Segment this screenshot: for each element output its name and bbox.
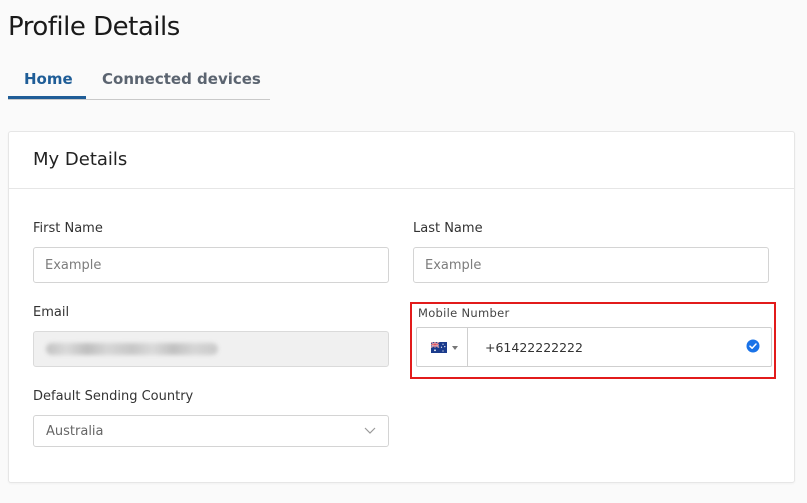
tab-bar: Home Connected devices xyxy=(8,60,270,100)
default-sending-country-select[interactable]: Australia xyxy=(33,415,389,447)
chevron-down-icon xyxy=(364,427,376,434)
caret-down-icon xyxy=(452,346,458,350)
my-details-card: My Details First Name Last Name Email De… xyxy=(8,131,795,483)
last-name-input[interactable] xyxy=(413,247,769,283)
first-name-label: First Name xyxy=(33,221,103,236)
tab-home[interactable]: Home xyxy=(24,70,73,88)
mobile-number-value[interactable]: +61422222222 xyxy=(485,340,583,355)
card-header: My Details xyxy=(9,132,794,189)
page-title: Profile Details xyxy=(8,12,180,42)
mobile-number-highlight: Mobile Number +61422222222 xyxy=(410,302,776,379)
mobile-number-label: Mobile Number xyxy=(418,306,510,320)
blurred-email-value xyxy=(46,343,218,355)
check-circle-icon xyxy=(746,339,760,353)
tab-connected-devices[interactable]: Connected devices xyxy=(102,70,261,88)
active-tab-underline xyxy=(8,96,86,99)
card-title: My Details xyxy=(33,149,128,170)
email-label: Email xyxy=(33,305,70,320)
default-sending-country-label: Default Sending Country xyxy=(33,389,194,404)
australia-flag-icon xyxy=(431,342,447,353)
selected-country: Australia xyxy=(46,424,104,439)
email-field[interactable] xyxy=(33,331,389,367)
first-name-input[interactable] xyxy=(33,247,389,283)
last-name-label: Last Name xyxy=(413,221,483,236)
mobile-number-field[interactable]: +61422222222 xyxy=(416,327,772,367)
country-code-dropdown[interactable] xyxy=(417,328,468,366)
